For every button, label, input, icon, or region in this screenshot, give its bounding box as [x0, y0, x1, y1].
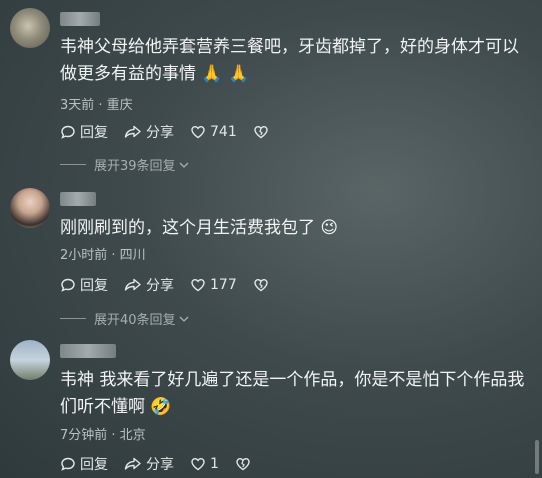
username-blurred[interactable]: [60, 344, 116, 358]
share-button[interactable]: 分享: [124, 454, 174, 474]
like-count: 741: [210, 124, 237, 140]
dislike-button[interactable]: [253, 277, 273, 293]
like-button[interactable]: 177: [190, 277, 237, 293]
heart-icon: [191, 457, 205, 471]
avatar[interactable]: [10, 8, 50, 48]
comment-actions: 回复 分享 1: [60, 454, 271, 474]
share-button[interactable]: 分享: [124, 122, 174, 142]
broken-heart-icon: [254, 278, 268, 292]
like-button[interactable]: 741: [190, 124, 237, 140]
avatar[interactable]: [10, 188, 50, 228]
like-button[interactable]: 1: [190, 456, 219, 472]
reply-label: 回复: [80, 278, 108, 294]
dislike-button[interactable]: [235, 456, 255, 472]
share-arrow-icon: [124, 457, 141, 470]
comment-actions: 回复 分享 741: [60, 122, 289, 142]
share-arrow-icon: [124, 125, 141, 138]
share-button[interactable]: 分享: [124, 275, 174, 295]
chevron-down-icon: [179, 316, 189, 322]
reply-bubble-icon: [61, 125, 75, 139]
like-count: 177: [210, 277, 237, 293]
divider-line: [60, 318, 86, 319]
comment-actions: 回复 分享 177: [60, 275, 289, 295]
expand-label: 展开40条回复: [94, 313, 176, 328]
broken-heart-icon: [236, 457, 250, 471]
heart-icon: [191, 125, 205, 139]
reply-button[interactable]: 回复: [60, 454, 108, 474]
reply-button[interactable]: 回复: [60, 122, 108, 142]
broken-heart-icon: [254, 125, 268, 139]
reply-button[interactable]: 回复: [60, 275, 108, 295]
comment-meta: 3天前 · 重庆: [60, 98, 133, 113]
comment-meta: 7分钟前 · 北京: [60, 428, 146, 443]
share-label: 分享: [146, 278, 174, 294]
username-blurred[interactable]: [60, 192, 96, 206]
username-blurred[interactable]: [60, 12, 100, 26]
comment-text: 刚刚刷到的，这个月生活费我包了 😉: [60, 218, 339, 238]
comment-item: 韦神 我来看了好几遍了还是一个作品，你是不是怕下个作品我们听不懂啊 🤣 7分钟前…: [0, 332, 542, 478]
heart-icon: [191, 278, 205, 292]
reply-label: 回复: [80, 125, 108, 141]
comment-text: 韦神 我来看了好几遍了还是一个作品，你是不是怕下个作品我们听不懂啊 🤣: [60, 370, 525, 417]
chevron-down-icon: [179, 162, 189, 168]
share-arrow-icon: [124, 278, 141, 291]
expand-replies[interactable]: 展开39条回复: [60, 155, 189, 174]
scrollbar[interactable]: [535, 440, 539, 474]
divider-line: [60, 164, 86, 165]
like-count: 1: [210, 456, 219, 472]
comment-meta: 2小时前 · 四川: [60, 248, 146, 263]
share-label: 分享: [146, 125, 174, 141]
dislike-button[interactable]: [253, 124, 273, 140]
expand-label: 展开39条回复: [94, 159, 176, 174]
reply-bubble-icon: [61, 457, 75, 471]
comment-item: 韦神父母给他弄套营养三餐吧，牙齿都掉了，好的身体才可以做更多有益的事情 🙏 🙏 …: [0, 0, 542, 174]
reply-label: 回复: [80, 457, 108, 473]
comment-item: 刚刚刷到的，这个月生活费我包了 😉 2小时前 · 四川 回复 分享 177 展开…: [0, 180, 542, 330]
comment-text: 韦神父母给他弄套营养三餐吧，牙齿都掉了，好的身体才可以做更多有益的事情 🙏 🙏: [60, 37, 519, 84]
reply-bubble-icon: [61, 278, 75, 292]
avatar[interactable]: [10, 340, 50, 380]
share-label: 分享: [146, 457, 174, 473]
expand-replies[interactable]: 展开40条回复: [60, 309, 189, 328]
